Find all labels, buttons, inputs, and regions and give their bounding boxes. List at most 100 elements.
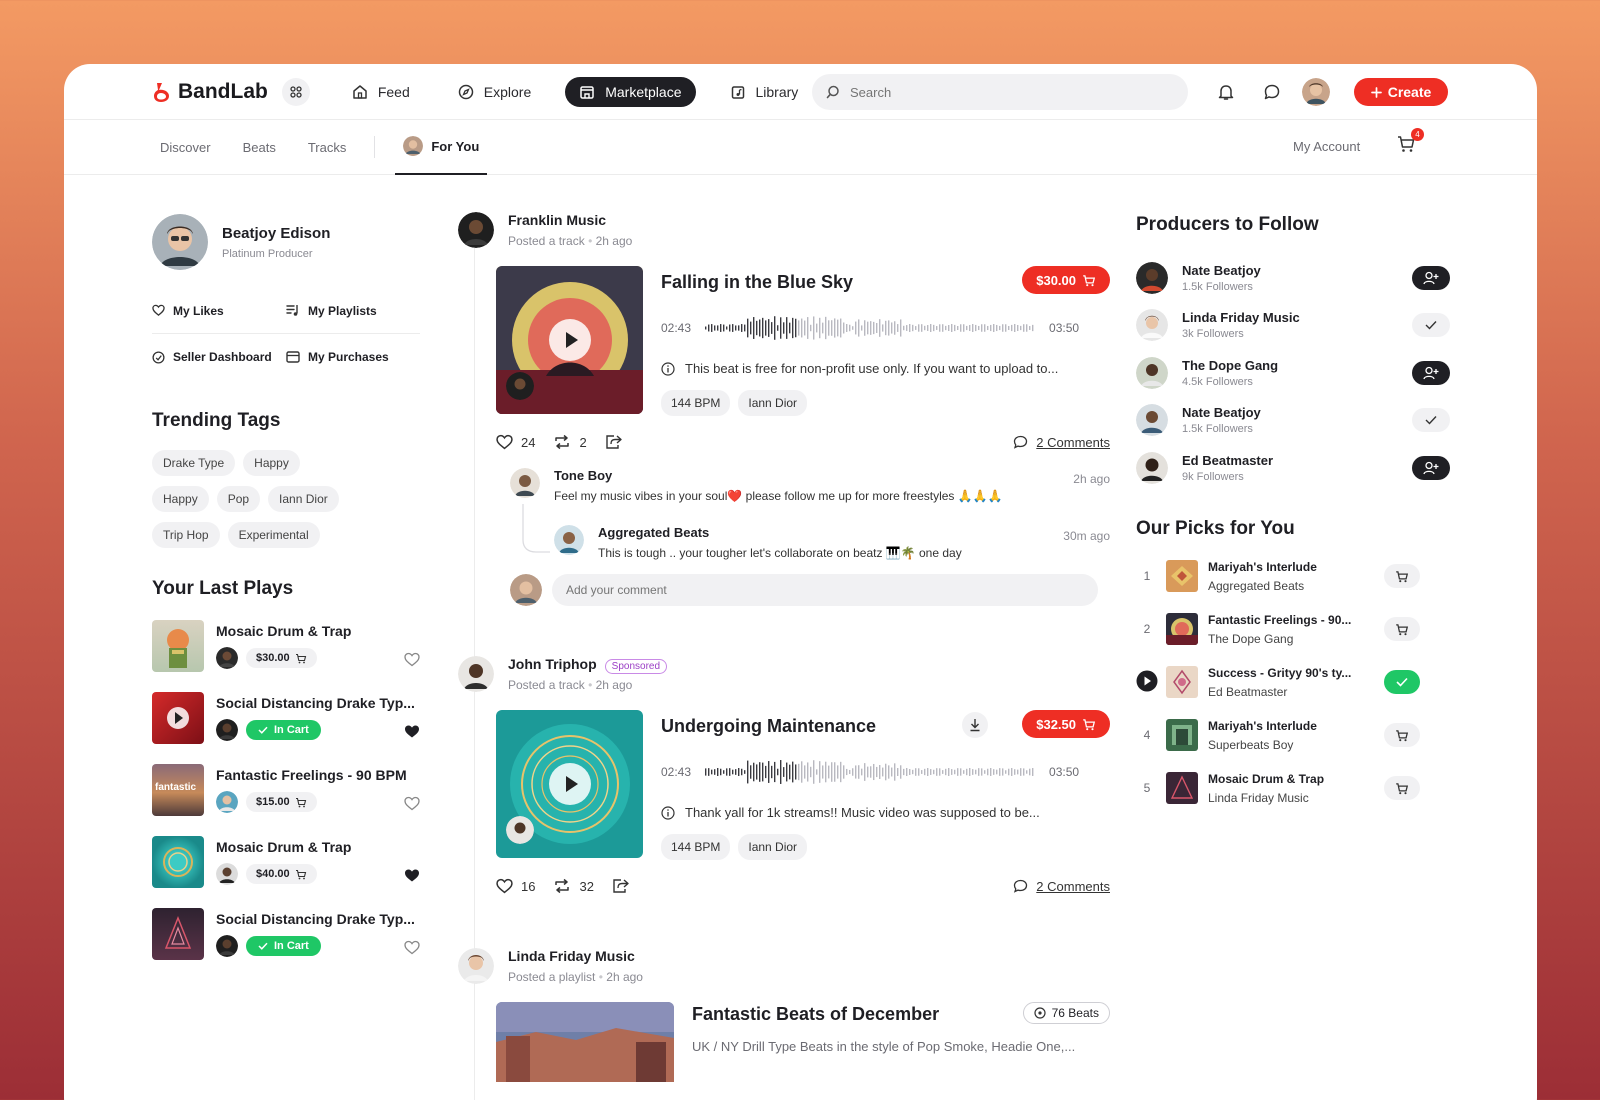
price-button[interactable]: $15.00 <box>246 792 317 812</box>
pick-item[interactable]: 1 Mariyah's Interlude Aggregated Beats <box>1136 550 1450 603</box>
follow-button[interactable] <box>1412 265 1450 290</box>
in-cart-badge[interactable]: In Cart <box>246 936 321 956</box>
tab-discover[interactable]: Discover <box>160 140 211 155</box>
follow-button[interactable] <box>1412 455 1450 480</box>
tag-chip[interactable]: Experimental <box>227 522 320 548</box>
heart-filled-icon[interactable] <box>404 868 420 883</box>
search-bar[interactable] <box>812 74 1188 110</box>
producer-item[interactable]: Nate Beatjoy 1.5k Followers <box>1136 254 1450 302</box>
add-to-cart-button[interactable] <box>1384 776 1420 800</box>
comments-link[interactable]: 2 Comments <box>1013 879 1110 894</box>
producer-item[interactable]: Linda Friday Music 3k Followers <box>1136 302 1450 350</box>
my-likes-link[interactable]: My Likes <box>152 288 286 334</box>
search-input[interactable] <box>850 84 1150 100</box>
add-to-cart-button[interactable] <box>1384 564 1420 588</box>
add-to-cart-button[interactable] <box>1384 723 1420 747</box>
cart-button[interactable]: 4 <box>1396 128 1424 156</box>
share-button[interactable] <box>612 878 629 894</box>
share-button[interactable] <box>605 434 622 450</box>
like-button[interactable]: 24 <box>496 434 535 450</box>
tag-chip[interactable]: Drake Type <box>152 450 236 476</box>
commenter-avatar[interactable] <box>510 468 540 498</box>
buy-button[interactable]: $30.00 <box>1022 266 1110 294</box>
heart-icon[interactable] <box>404 652 420 667</box>
play-button[interactable] <box>548 762 592 806</box>
list-item[interactable]: Mosaic Drum & Trap $40.00 <box>152 836 420 908</box>
nav-feed[interactable]: Feed <box>338 77 424 107</box>
tag-chip[interactable]: Happy <box>152 486 209 512</box>
post-author[interactable]: Franklin Music <box>508 212 632 228</box>
list-item[interactable]: Mosaic Drum & Trap $30.00 <box>152 620 420 692</box>
author-avatar[interactable] <box>458 656 494 692</box>
list-item[interactable]: fantastic Fantastic Freelings - 90 BPM $… <box>152 764 420 836</box>
comment-input[interactable] <box>552 574 1098 606</box>
author-avatar[interactable] <box>458 212 494 248</box>
repost-button[interactable]: 2 <box>553 434 587 450</box>
tag-chip[interactable]: Pop <box>216 486 261 512</box>
buy-button[interactable]: $32.50 <box>1022 710 1110 738</box>
producer-item[interactable]: The Dope Gang 4.5k Followers <box>1136 349 1450 397</box>
heart-filled-icon[interactable] <box>404 724 420 739</box>
pick-item[interactable]: 2 Fantastic Freelings - 90... The Dope Ga… <box>1136 603 1450 656</box>
heart-icon[interactable] <box>404 940 420 955</box>
waveform[interactable] <box>705 757 1035 787</box>
nav-explore[interactable]: Explore <box>444 77 545 107</box>
following-button[interactable] <box>1412 313 1450 338</box>
download-icon[interactable] <box>962 712 988 738</box>
repost-button[interactable]: 32 <box>553 878 594 894</box>
tag-chip[interactable]: Happy <box>243 450 300 476</box>
track-cover[interactable] <box>496 710 643 858</box>
producer-item[interactable]: Nate Beatjoy 1.5k Followers <box>1136 397 1450 445</box>
seller-dashboard-link[interactable]: Seller Dashboard <box>152 334 286 380</box>
post-author[interactable]: Linda Friday Music <box>508 948 643 964</box>
notifications-button[interactable] <box>1210 76 1242 108</box>
author-avatar[interactable] <box>458 948 494 984</box>
following-button[interactable] <box>1412 408 1450 433</box>
my-playlists-link[interactable]: My Playlists <box>286 288 420 334</box>
list-item[interactable]: Social Distancing Drake Typ... In Cart <box>152 908 420 980</box>
messages-button[interactable] <box>1256 76 1288 108</box>
in-cart-button[interactable] <box>1384 670 1420 694</box>
bpm-chip[interactable]: 144 BPM <box>661 834 731 860</box>
nav-library[interactable]: Library <box>716 77 813 107</box>
apps-grid-button[interactable] <box>281 77 310 106</box>
waveform[interactable] <box>705 313 1035 343</box>
follow-button[interactable] <box>1412 360 1450 385</box>
commenter-name[interactable]: Aggregated Beats <box>598 525 962 540</box>
commenter-name[interactable]: Tone Boy <box>554 468 1003 483</box>
pick-item[interactable]: Success - Grityy 90's ty... Ed Beatmaster <box>1136 656 1450 709</box>
track-cover[interactable] <box>496 266 643 414</box>
user-avatar[interactable] <box>1302 78 1330 106</box>
commenter-avatar[interactable] <box>554 525 584 555</box>
post-author[interactable]: John Triphop <box>508 656 597 672</box>
add-to-cart-button[interactable] <box>1384 617 1420 641</box>
tab-beats[interactable]: Beats <box>243 140 276 155</box>
play-button[interactable] <box>548 318 592 362</box>
pick-item[interactable]: 4 Mariyah's Interlude Superbeats Boy <box>1136 709 1450 762</box>
bpm-chip[interactable]: 144 BPM <box>661 390 731 416</box>
like-button[interactable]: 16 <box>496 878 535 894</box>
producer-item[interactable]: Ed Beatmaster 9k Followers <box>1136 444 1450 492</box>
price-button[interactable]: $40.00 <box>246 864 317 884</box>
my-purchases-link[interactable]: My Purchases <box>286 334 420 380</box>
comments-link[interactable]: 2 Comments <box>1013 435 1110 450</box>
my-account-link[interactable]: My Account <box>1293 139 1360 154</box>
price-button[interactable]: $30.00 <box>246 648 317 668</box>
beats-count-badge[interactable]: 76 Beats <box>1022 1002 1110 1024</box>
tab-tracks[interactable]: Tracks <box>308 140 347 155</box>
create-button[interactable]: Create <box>1354 78 1448 106</box>
tag-chip[interactable]: Trip Hop <box>152 522 220 548</box>
heart-icon[interactable] <box>404 796 420 811</box>
pick-item[interactable]: 5 Mosaic Drum & Trap Linda Friday Music <box>1136 762 1450 815</box>
tab-for-you[interactable]: For You <box>395 120 488 175</box>
tag-chip[interactable]: Iann Dior <box>268 486 339 512</box>
playlist-cover[interactable] <box>496 1002 674 1082</box>
play-circle-icon[interactable] <box>1136 670 1158 692</box>
profile-card[interactable]: Beatjoy Edison Platinum Producer <box>152 214 420 270</box>
tag-chip[interactable]: Iann Dior <box>738 834 808 860</box>
bandlab-logo[interactable]: BandLab <box>152 80 268 104</box>
in-cart-badge[interactable]: In Cart <box>246 720 321 740</box>
nav-marketplace[interactable]: Marketplace <box>565 76 696 107</box>
tag-chip[interactable]: Iann Dior <box>738 390 808 416</box>
list-item[interactable]: Social Distancing Drake Typ... In Cart <box>152 692 420 764</box>
